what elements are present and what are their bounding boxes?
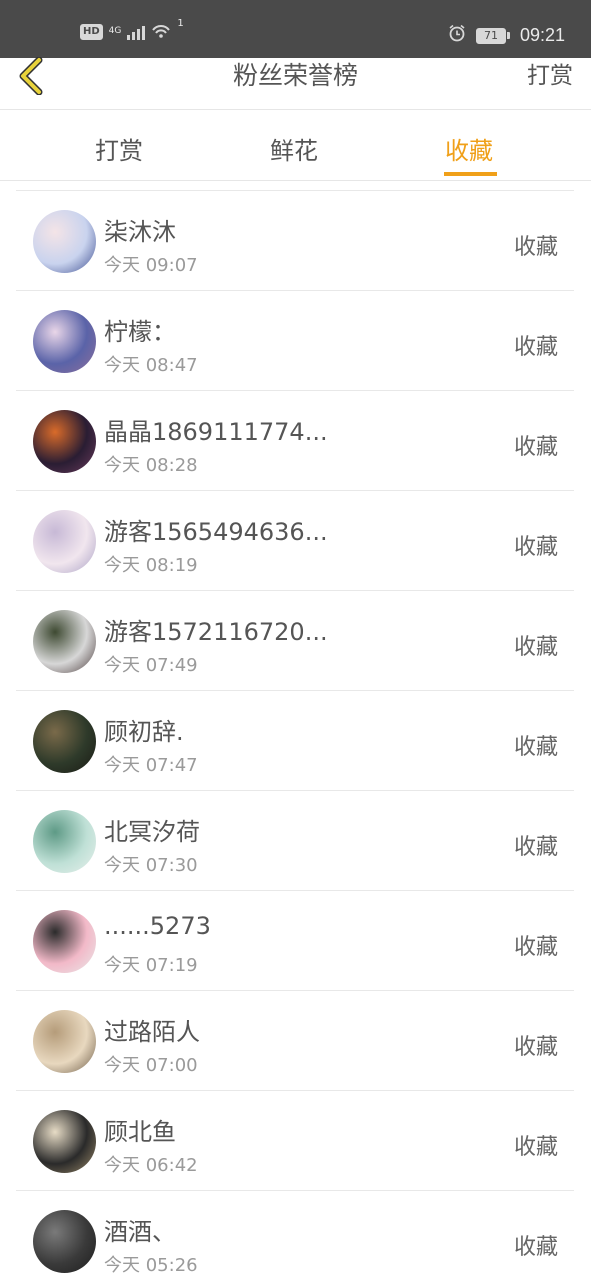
favorite-action-label: 收藏 (513, 735, 558, 760)
page-title: 粉丝荣誉榜 (232, 61, 358, 90)
avatar[interactable] (33, 1210, 96, 1273)
alarm-icon (448, 24, 466, 47)
avatar[interactable] (33, 210, 96, 273)
list-item[interactable]: 柠檬： 今天 08:47 收藏 (16, 291, 574, 391)
timestamp: 今天 09:07 (104, 255, 198, 276)
timestamp: 今天 05:26 (104, 1255, 198, 1276)
wifi-icon (151, 22, 171, 41)
user-name: 过路陌人 (104, 1018, 200, 1046)
battery-level: 71 (475, 27, 506, 44)
avatar[interactable] (33, 510, 96, 573)
list-item[interactable]: 游客1572116720... 今天 07:49 收藏 (16, 591, 574, 691)
favorite-action-label: 收藏 (513, 435, 558, 460)
status-right: 71 09:21 (448, 24, 565, 47)
timestamp: 今天 08:47 (104, 355, 198, 376)
favorite-action-label: 收藏 (513, 535, 558, 560)
wifi-badge: 1 (177, 18, 184, 29)
avatar[interactable] (33, 610, 96, 673)
avatar[interactable] (33, 710, 96, 773)
favorite-action-label: 收藏 (513, 635, 558, 660)
user-name: ......5273 (104, 912, 211, 940)
list-item[interactable]: 过路陌人今天 07:00 收藏 (16, 991, 574, 1091)
user-name: 柠檬： (104, 318, 176, 346)
battery-icon: 71 (475, 27, 510, 44)
timestamp: 今天 07:19 (104, 955, 198, 976)
avatar[interactable] (33, 1110, 96, 1173)
timestamp: 今天 07:49 (104, 655, 198, 676)
list-item[interactable]: ......5273 今天 07:19 收藏 (16, 891, 574, 991)
timestamp: 今天 08:28 (104, 455, 198, 476)
list-item[interactable]: 晶晶1869111774... 今天 08:28 收藏 (16, 391, 574, 491)
tab-bar: 打赏 鲜花 收藏 (0, 111, 591, 181)
avatar[interactable] (33, 810, 96, 873)
status-bar: HD 4G 1 71 09:21 (0, 0, 591, 58)
user-name: 游客1565494636... (104, 518, 328, 546)
avatar[interactable] (33, 910, 96, 973)
favorite-action-label: 收藏 (513, 1035, 558, 1060)
user-name: 晶晶1869111774... (104, 418, 328, 446)
user-name: 顾北鱼 (104, 1118, 176, 1146)
tab-active-indicator (444, 172, 497, 176)
list-item[interactable]: 顾北鱼今天 06:42 收藏 (16, 1091, 574, 1191)
network-type-label: 4G (108, 26, 122, 36)
favorite-action-label: 收藏 (513, 335, 558, 360)
list-item[interactable]: 顾初辞. 今天 07:47 收藏 (16, 691, 574, 791)
favorite-action-label: 收藏 (513, 235, 558, 260)
status-time: 09:21 (519, 25, 565, 45)
timestamp: 今天 06:42 (104, 1155, 198, 1176)
favorite-action-label: 收藏 (513, 1235, 558, 1260)
timestamp: 今天 07:00 (104, 1055, 198, 1076)
tab-favorites[interactable]: 收藏 (445, 131, 493, 166)
list-item[interactable]: 北冥汐荷今天 07:30 收藏 (16, 791, 574, 891)
list-item[interactable]: 游客1565494636... 今天 08:19 收藏 (16, 491, 574, 591)
user-name: 顾初辞. (104, 718, 184, 746)
favorite-action-label: 收藏 (513, 935, 558, 960)
fan-list: 柒沐沐 今天 09:07 收藏 柠檬： 今天 08:47 收藏 晶晶1869111774..… (16, 190, 574, 1280)
user-name: 游客1572116720... (104, 618, 328, 646)
avatar[interactable] (33, 1010, 96, 1073)
signal-icon (127, 24, 146, 40)
list-item[interactable]: 柒沐沐今天 09:07 收藏 (16, 191, 574, 291)
avatar[interactable] (33, 410, 96, 473)
favorite-action-label: 收藏 (513, 1135, 558, 1160)
timestamp: 今天 08:19 (104, 555, 198, 576)
tab-reward[interactable]: 打赏 (95, 131, 143, 166)
reward-button[interactable]: 打赏 (527, 58, 573, 94)
tab-flowers[interactable]: 鲜花 (270, 131, 318, 166)
user-name: 北冥汐荷 (104, 818, 200, 846)
timestamp: 今天 07:30 (104, 855, 198, 876)
timestamp: 今天 07:47 (104, 755, 198, 776)
favorite-action-label: 收藏 (513, 835, 558, 860)
header: 粉丝荣誉榜 打赏 (0, 56, 591, 110)
user-name: 酒酒、 (104, 1218, 176, 1246)
status-left: HD 4G 1 (80, 18, 184, 41)
hd-icon: HD (80, 23, 103, 40)
avatar[interactable] (33, 310, 96, 373)
list-item[interactable]: 酒酒、今天 05:26 收藏 (16, 1191, 574, 1280)
user-name: 柒沐沐 (104, 218, 176, 246)
